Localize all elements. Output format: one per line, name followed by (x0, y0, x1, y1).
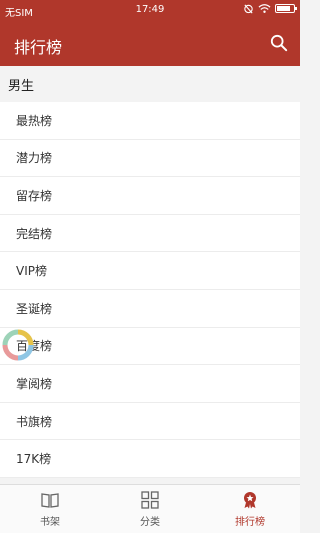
tab-label: 排行榜 (235, 517, 265, 528)
list-item[interactable]: 圣诞榜 (0, 289, 300, 328)
list-item[interactable]: 17K榜 (0, 440, 300, 478)
list-item-label: 潜力榜 (16, 151, 53, 166)
tab-category[interactable]: 分类 (100, 485, 200, 533)
list-item[interactable]: 最热榜 (0, 102, 300, 140)
list-item-label: 圣诞榜 (16, 301, 53, 316)
list-item-label: 掌阅榜 (16, 376, 53, 391)
book-icon (41, 493, 59, 508)
list-item-label: 书旗榜 (16, 414, 53, 429)
tab-label: 分类 (140, 517, 160, 528)
list-item-label: 17K榜 (16, 452, 52, 467)
app-bar: 排行榜 (0, 20, 300, 66)
list-item[interactable]: 完结榜 (0, 214, 300, 253)
list-item[interactable]: 掌阅榜 (0, 365, 300, 403)
status-bar: 无SIM 17:49 (0, 0, 300, 20)
loading-spinner-icon (2, 329, 34, 361)
bottom-tab-bar: 书架 分类 排行榜 (0, 484, 300, 533)
search-icon[interactable] (270, 34, 288, 52)
alarm-icon (244, 4, 253, 14)
list-item[interactable]: 百度榜 (0, 327, 300, 366)
page-title: 排行榜 (14, 38, 63, 57)
ranking-list[interactable]: 男生 最热榜 潜力榜 留存榜 完结榜 VIP榜 圣诞榜 百度榜 掌阅榜 书旗榜 … (0, 66, 300, 484)
status-icons (243, 3, 297, 14)
list-item-label: 最热榜 (16, 113, 53, 128)
list-item[interactable]: 留存榜 (0, 177, 300, 215)
wifi-icon (258, 4, 271, 13)
list-item[interactable]: 潜力榜 (0, 139, 300, 178)
tab-label: 书架 (40, 517, 60, 528)
tab-ranking[interactable]: 排行榜 (200, 485, 300, 533)
list-item[interactable]: VIP榜 (0, 252, 300, 290)
section-header: 男生 (0, 66, 300, 102)
list-item[interactable]: 书旗榜 (0, 402, 300, 441)
list-item-label: 留存榜 (16, 188, 53, 203)
list-item-label: 完结榜 (16, 226, 53, 241)
battery-icon (275, 4, 297, 13)
list-item-label: VIP榜 (16, 264, 47, 279)
tab-bookshelf[interactable]: 书架 (0, 485, 100, 533)
medal-icon (244, 492, 256, 509)
grid-icon (141, 491, 159, 509)
